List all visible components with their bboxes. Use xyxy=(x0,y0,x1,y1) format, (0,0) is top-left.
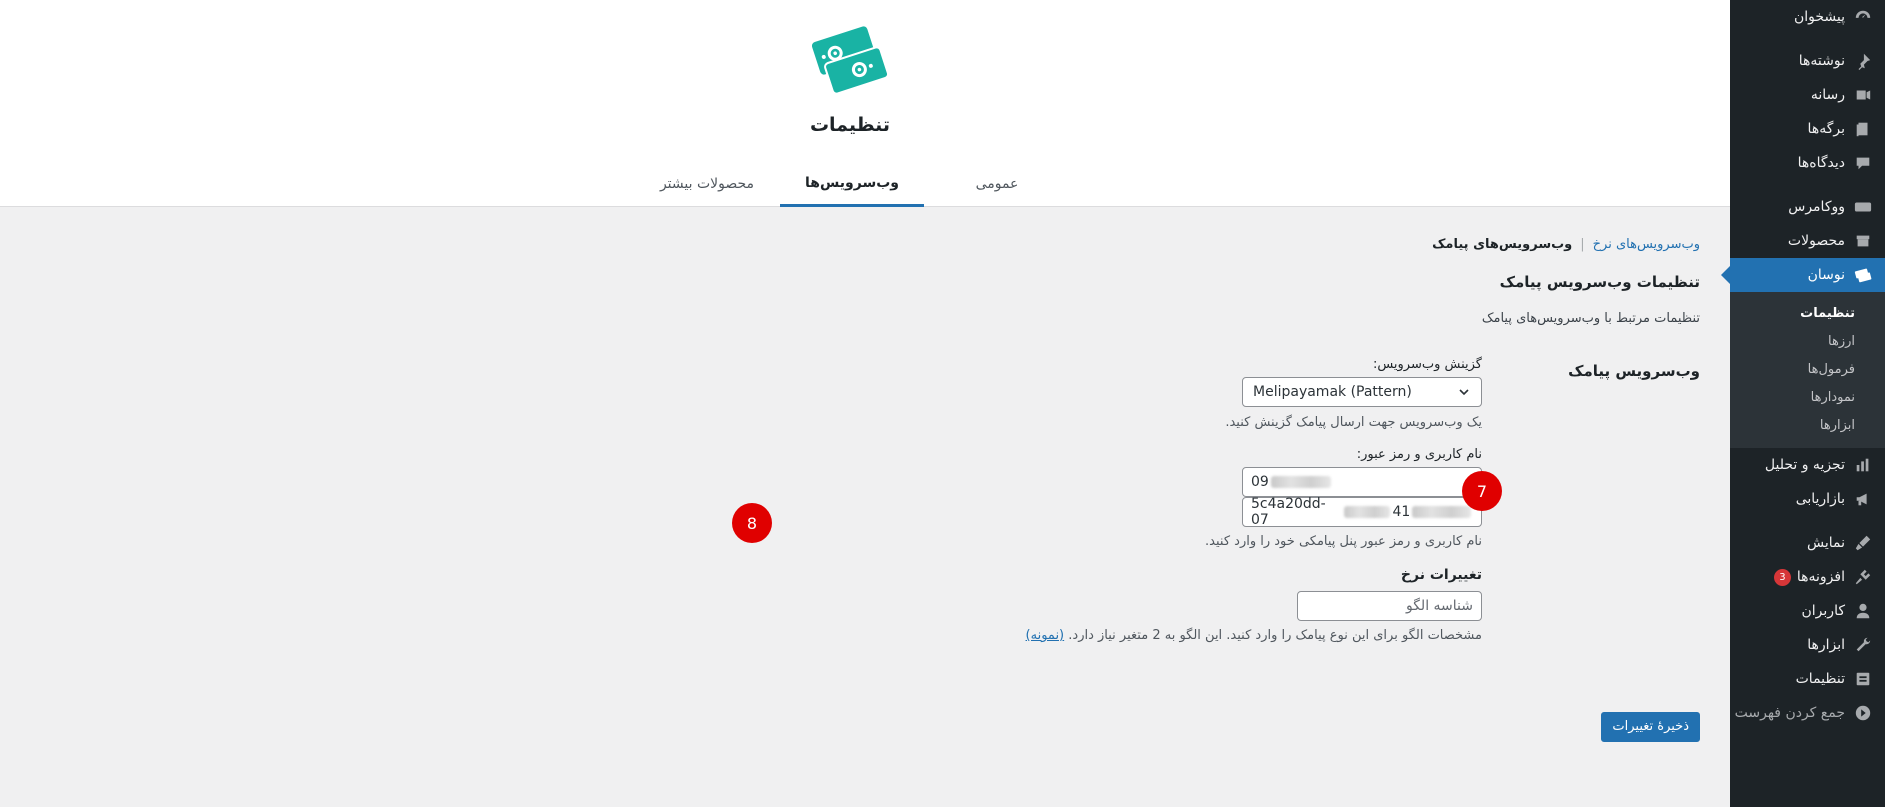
webservice-select[interactable]: Melipayamak (Pattern) xyxy=(1242,377,1482,407)
navasan-submenu: تنظیمات ارزها فرمول‌ها نمودارها ابزارها xyxy=(1730,292,1885,448)
pages-icon xyxy=(1853,119,1873,139)
webservice-select-description: یک وب‌سرویس جهت ارسال پیامک گزینش کنید. xyxy=(1225,415,1482,430)
username-input[interactable]: 09 xyxy=(1242,467,1482,497)
media-icon xyxy=(1853,85,1873,105)
password-visible-middle: 41 xyxy=(1392,504,1411,520)
sidebar-item-media[interactable]: رسانه xyxy=(1730,78,1885,112)
credentials-description: نام کاربری و رمز عبور پنل پیامکی خود را … xyxy=(1205,534,1482,549)
sidebar-item-appearance[interactable]: نمایش xyxy=(1730,526,1885,560)
settings-content: وب‌سرویس‌های نرخ | وب‌سرویس‌های پیامک تن… xyxy=(0,207,1700,807)
webservice-select-label: گزینش وب‌سرویس: xyxy=(1372,357,1482,372)
sidebar-item-label: کاربران xyxy=(1801,603,1845,619)
webservice-select-value: Melipayamak (Pattern) xyxy=(1253,384,1412,400)
sample-link[interactable]: (نمونه) xyxy=(1026,628,1065,643)
sidebar-item-comments[interactable]: دیدگاه‌ها xyxy=(1730,146,1885,180)
sidebar-item-label: نوسان xyxy=(1807,267,1845,283)
rate-changes-description: مشخصات الگو برای این نوع پیامک را وارد ک… xyxy=(1026,628,1482,643)
password-visible-prefix: 5c4a20dd-07 xyxy=(1251,496,1326,528)
subnav-separator: | xyxy=(1580,237,1585,252)
plugins-icon xyxy=(1853,567,1873,587)
sidebar-item-label: ووکامرس xyxy=(1788,199,1845,215)
sidebar-item-label: نمایش xyxy=(1806,535,1845,551)
username-visible-prefix: 09 xyxy=(1251,474,1269,490)
pattern-id-input[interactable]: شناسه الگو xyxy=(1297,591,1482,621)
password-redacted-part-1 xyxy=(1343,506,1391,518)
sidebar-item-settings[interactable]: تنظیمات xyxy=(1730,662,1885,696)
dashboard-icon xyxy=(1853,7,1873,27)
sidebar-item-label: افزونه‌ها xyxy=(1796,569,1845,585)
submenu-item-formulas[interactable]: فرمول‌ها xyxy=(1730,356,1885,384)
submenu-item-settings[interactable]: تنظیمات xyxy=(1730,300,1885,328)
sidebar-item-users[interactable]: کاربران xyxy=(1730,594,1885,628)
sidebar-item-woocommerce[interactable]: ووکامرس xyxy=(1730,190,1885,224)
sidebar-item-products[interactable]: محصولات xyxy=(1730,224,1885,258)
navasan-logo-icon xyxy=(812,26,888,95)
sidebar-item-label: برگه‌ها xyxy=(1807,121,1845,137)
sidebar-item-pages[interactable]: برگه‌ها xyxy=(1730,112,1885,146)
credentials-label: نام کاربری و رمز عبور: xyxy=(1356,447,1482,462)
navasan-icon xyxy=(1853,265,1873,285)
sidebar-item-label: پیشخوان xyxy=(1793,9,1845,25)
megaphone-icon xyxy=(1853,489,1873,509)
annotation-marker-7: 7 xyxy=(1462,471,1502,511)
pin-icon xyxy=(1853,51,1873,71)
sidebar-item-label: تجزیه و تحلیل xyxy=(1764,457,1845,473)
sidebar-item-navasan[interactable]: نوسان xyxy=(1721,258,1885,292)
chevron-down-icon xyxy=(1459,389,1469,396)
annotation-marker-8: 8 xyxy=(732,503,772,543)
subsubsub-nav: وب‌سرویس‌های نرخ | وب‌سرویس‌های پیامک xyxy=(1432,237,1700,252)
sidebar-item-plugins[interactable]: افزونه‌ها 3 xyxy=(1730,560,1885,594)
password-redacted-part-2 xyxy=(1412,506,1471,518)
sms-webservices-current[interactable]: وب‌سرویس‌های پیامک xyxy=(1432,237,1572,252)
section-description: تنظیمات مرتبط با وب‌سرویس‌های پیامک xyxy=(1481,311,1700,326)
sidebar-item-label: تنظیمات xyxy=(1795,671,1845,687)
rate-changes-description-text: مشخصات الگو برای این نوع پیامک را وارد ک… xyxy=(1068,628,1482,643)
settings-icon xyxy=(1853,669,1873,689)
sidebar-item-marketing[interactable]: بازاریابی xyxy=(1730,482,1885,516)
sidebar-item-dashboard[interactable]: پیشخوان xyxy=(1730,0,1885,34)
sidebar-item-label: بازاریابی xyxy=(1795,491,1845,507)
submenu-item-currencies[interactable]: ارزها xyxy=(1730,328,1885,356)
section-title: تنظیمات وب‌سرویس پیامک xyxy=(1499,273,1700,291)
tab-general[interactable]: عمومی xyxy=(925,162,1069,207)
sidebar-item-label: رسانه xyxy=(1810,87,1845,103)
username-redacted xyxy=(1270,476,1331,488)
collapse-icon xyxy=(1853,703,1873,723)
sidebar-item-label: ابزارها xyxy=(1807,637,1845,653)
password-input[interactable]: 5c4a20dd-07 41 xyxy=(1242,496,1482,528)
admin-sidebar: پیشخوان نوشته‌ها رسانه برگه‌ها دیدگاه‌ها… xyxy=(1721,0,1885,807)
sidebar-item-label: نوشته‌ها xyxy=(1798,53,1845,69)
submenu-item-charts[interactable]: نمودارها xyxy=(1730,384,1885,412)
sidebar-item-tools[interactable]: ابزارها xyxy=(1730,628,1885,662)
sidebar-item-label: جمع کردن فهرست xyxy=(1734,705,1845,721)
submenu-item-tools[interactable]: ابزارها xyxy=(1730,412,1885,440)
sms-webservice-row-label: وب‌سرویس پیامک xyxy=(1568,362,1700,380)
rate-changes-label: تغییرات نرخ xyxy=(1400,567,1482,583)
appearance-icon xyxy=(1853,533,1873,553)
tools-icon xyxy=(1853,635,1873,655)
tab-webservices[interactable]: وب‌سرویس‌ها xyxy=(780,162,924,207)
comments-icon xyxy=(1853,153,1873,173)
plugins-update-badge: 3 xyxy=(1773,568,1791,586)
settings-header: تنظیمات عمومی وب‌سرویس‌ها محصولات بیشتر xyxy=(0,0,1730,207)
save-changes-button[interactable]: ذخیرهٔ تغییرات xyxy=(1601,712,1700,742)
page-title: تنظیمات xyxy=(809,114,891,136)
analytics-icon xyxy=(1853,455,1873,475)
sidebar-item-label: دیدگاه‌ها xyxy=(1797,155,1845,171)
tab-more-products[interactable]: محصولات بیشتر xyxy=(635,162,779,207)
sidebar-item-label: محصولات xyxy=(1787,233,1845,249)
sidebar-item-analytics[interactable]: تجزیه و تحلیل xyxy=(1730,448,1885,482)
products-icon xyxy=(1853,231,1873,251)
users-icon xyxy=(1853,601,1873,621)
sidebar-item-posts[interactable]: نوشته‌ها xyxy=(1730,44,1885,78)
collapse-menu-button[interactable]: جمع کردن فهرست xyxy=(1730,696,1885,730)
woo-icon xyxy=(1853,197,1873,217)
rate-webservices-link[interactable]: وب‌سرویس‌های نرخ xyxy=(1593,237,1700,252)
